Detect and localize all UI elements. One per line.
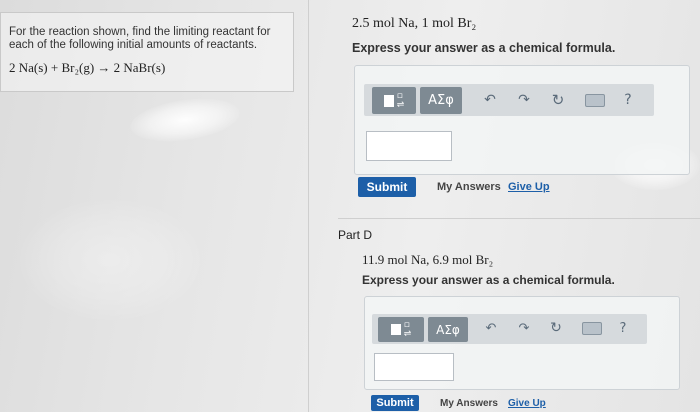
reset-icon[interactable]: ↻ <box>547 319 565 337</box>
greek-symbols-icon: ΑΣφ <box>436 322 460 337</box>
templates-icon: ▫ ⇌ <box>396 90 405 110</box>
screen-glare <box>127 92 243 148</box>
help-icon[interactable]: ? <box>620 90 636 110</box>
undo-icon[interactable]: ↶ <box>480 90 500 110</box>
part-d-title: Part D <box>338 228 373 242</box>
greek-symbols-button[interactable]: ΑΣφ <box>428 317 468 342</box>
problem-panel <box>0 12 294 92</box>
part-d-give-up-link[interactable]: Give Up <box>508 398 546 409</box>
part-d-submit-button[interactable]: Submit <box>371 395 419 411</box>
help-label: ? <box>624 92 632 108</box>
help-label: ? <box>619 320 627 336</box>
part-c-answer-input[interactable] <box>366 131 452 161</box>
templates-button[interactable]: ▫ ⇌ <box>378 317 424 342</box>
part-c-give-up-link[interactable]: Give Up <box>508 181 550 193</box>
part-d-my-answers-link[interactable]: My Answers <box>440 398 498 409</box>
part-c-quantities: 2.5 mol Na, 1 mol Br₂ <box>352 16 477 31</box>
part-d-answer-input[interactable] <box>374 353 454 381</box>
part-separator <box>338 218 700 219</box>
greek-symbols-button[interactable]: ΑΣφ <box>420 87 462 114</box>
part-c-my-answers-link[interactable]: My Answers <box>437 181 501 193</box>
screen-glare <box>20 200 200 320</box>
problem-statement: For the reaction shown, find the limitin… <box>9 26 271 51</box>
column-divider <box>308 0 309 412</box>
templates-icon: ▫ ⇌ <box>403 319 412 339</box>
part-d-quantities: 11.9 mol Na, 6.9 mol Br₂ <box>362 252 494 267</box>
redo-icon[interactable]: ↷ <box>514 90 534 110</box>
keyboard-icon[interactable] <box>580 321 604 336</box>
templates-icon <box>383 94 394 107</box>
greek-symbols-icon: ΑΣφ <box>428 93 454 108</box>
reaction-equation: 2 Na(s) + Br₂(g) → 2 NaBr(s) <box>9 60 166 75</box>
reset-icon[interactable]: ↻ <box>548 90 568 110</box>
templates-button[interactable]: ▫ ⇌ <box>372 87 416 114</box>
keyboard-icon[interactable] <box>583 92 607 108</box>
part-d-instruction: Express your answer as a chemical formul… <box>362 273 615 287</box>
templates-icon <box>390 324 401 335</box>
help-icon[interactable]: ? <box>616 319 630 337</box>
undo-icon[interactable]: ↶ <box>482 319 500 337</box>
redo-icon[interactable]: ↷ <box>515 319 533 337</box>
part-c-instruction: Express your answer as a chemical formul… <box>352 41 616 55</box>
part-c-submit-button[interactable]: Submit <box>358 177 416 197</box>
